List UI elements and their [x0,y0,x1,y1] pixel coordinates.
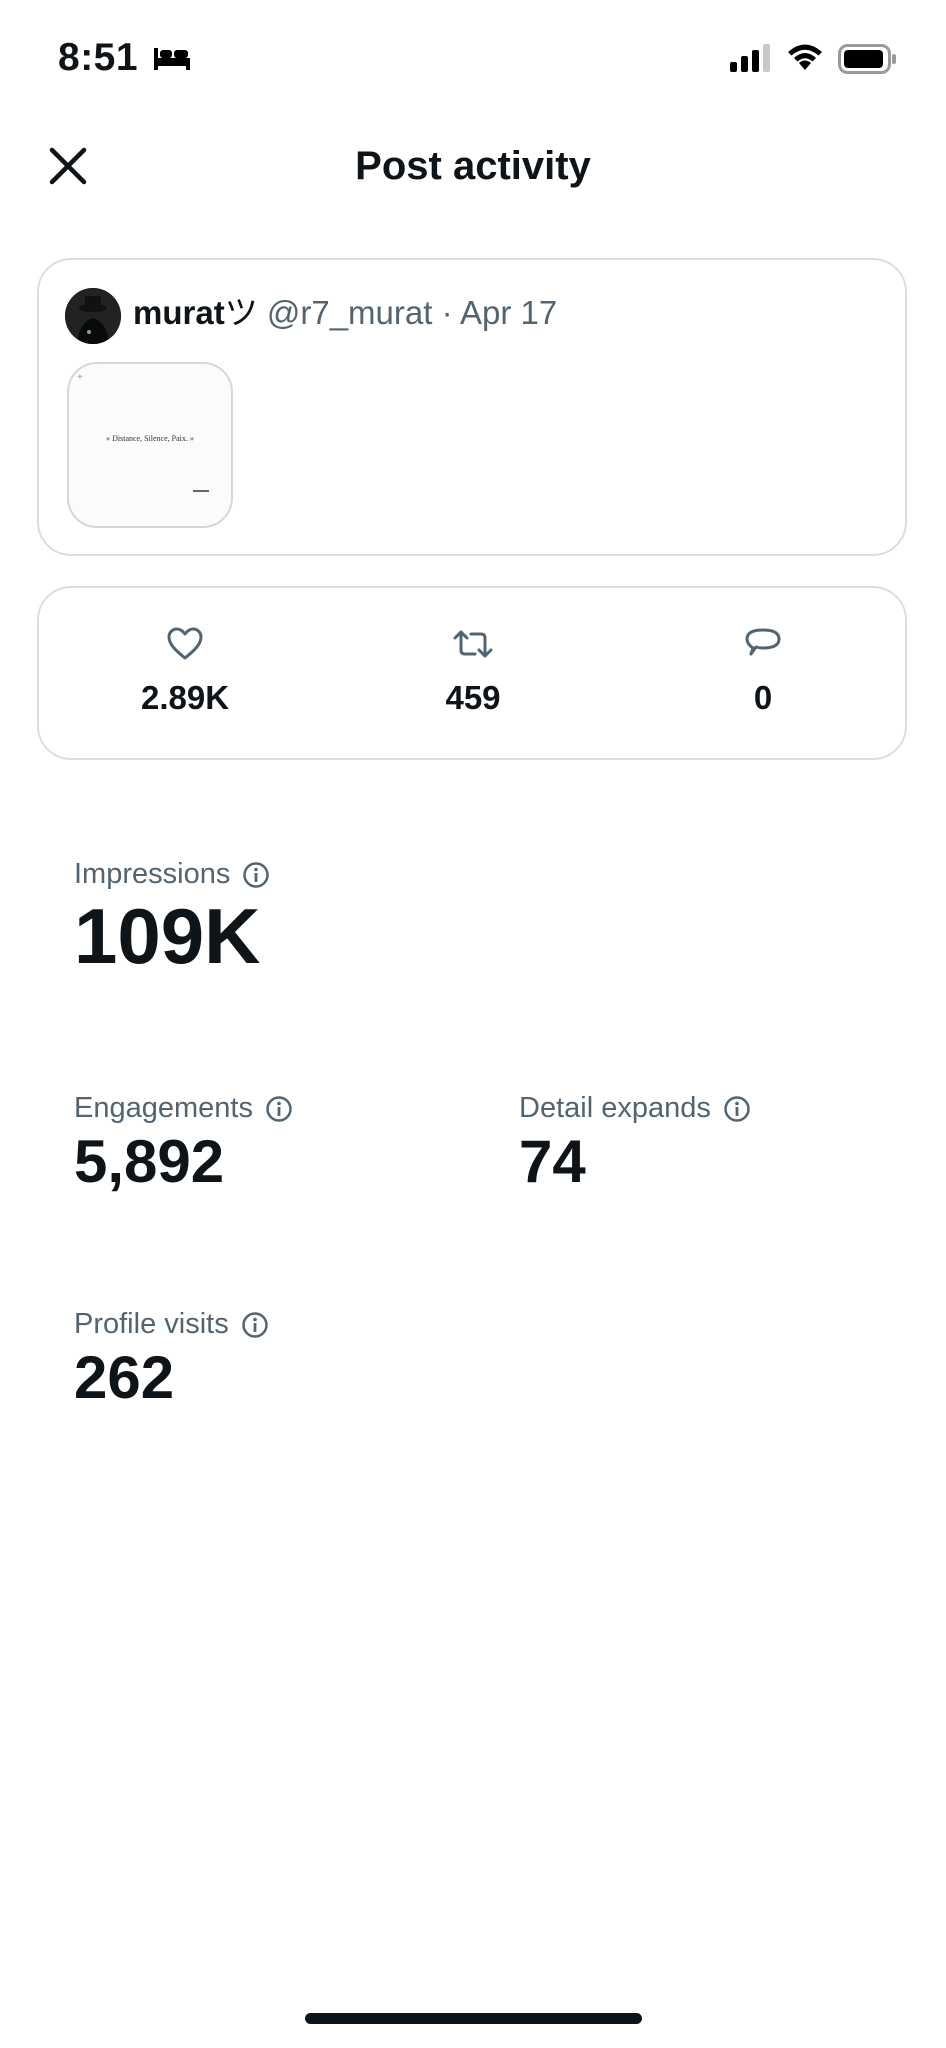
reply-bubble-icon [745,628,781,656]
image-signature-mark [193,490,209,492]
post-date: Apr 17 [459,294,558,331]
home-indicator[interactable] [305,2013,642,2024]
post-preview-card[interactable]: muratツ @r7_murat · Apr 17 + « Distance, … [37,258,907,556]
info-icon[interactable] [723,1095,751,1123]
meta-separator: · [441,294,453,331]
detail-expands-value: 74 [519,1128,586,1195]
detail-expands-label: Detail expands [519,1092,711,1124]
cellular-signal-icon [730,44,770,72]
page-title: Post activity [355,144,591,188]
reposts-stat: 459 [373,624,573,717]
avatar[interactable] [65,288,121,344]
info-icon[interactable] [241,1311,269,1339]
post-image-text: « Distance, Silence, Paix. » [106,434,194,443]
replies-count: 0 [753,679,773,716]
reposts-count: 459 [445,679,501,716]
detail-expands-metric: Detail expands 74 [519,1092,751,1196]
status-time: 8:51 [58,36,139,79]
profile-visits-label-row: Profile visits [74,1308,269,1341]
image-corner-mark: + [77,372,83,383]
info-icon[interactable] [242,861,270,889]
author-name-emoji: ツ [224,294,258,331]
impressions-label-row: Impressions [74,858,270,891]
author-handle[interactable]: @r7_murat [267,294,433,331]
post-image-thumbnail[interactable]: + « Distance, Silence, Paix. » [67,362,233,528]
engagements-label-row: Engagements [74,1092,293,1125]
profile-visits-label: Profile visits [74,1308,229,1340]
author-name[interactable]: murat [133,294,225,331]
engagements-label: Engagements [74,1092,253,1124]
impressions-label: Impressions [74,858,231,890]
avatar-image [65,288,121,344]
heart-icon [167,627,203,660]
profile-visits-metric: Profile visits 262 [74,1308,269,1412]
repost-icon [453,630,493,658]
sleep-focus-icon [154,48,190,70]
impressions-metric: Impressions 109K [74,858,270,982]
likes-stat: 2.89K [85,624,285,717]
battery-icon [838,44,896,74]
impressions-value: 109K [74,892,261,980]
detail-expands-label-row: Detail expands [519,1092,751,1125]
top-bar: Post activity [0,128,946,208]
replies-stat: 0 [663,624,863,717]
engagement-summary-card: 2.89K 459 0 [37,586,907,760]
profile-visits-value: 262 [74,1344,175,1411]
post-author-line: muratツ @r7_murat · Apr 17 [133,290,557,336]
engagements-value: 5,892 [74,1128,225,1195]
info-icon[interactable] [265,1095,293,1123]
status-bar: 8:51 [0,0,946,120]
engagements-metric: Engagements 5,892 [74,1092,293,1196]
wifi-icon [788,44,822,70]
likes-count: 2.89K [140,679,230,716]
